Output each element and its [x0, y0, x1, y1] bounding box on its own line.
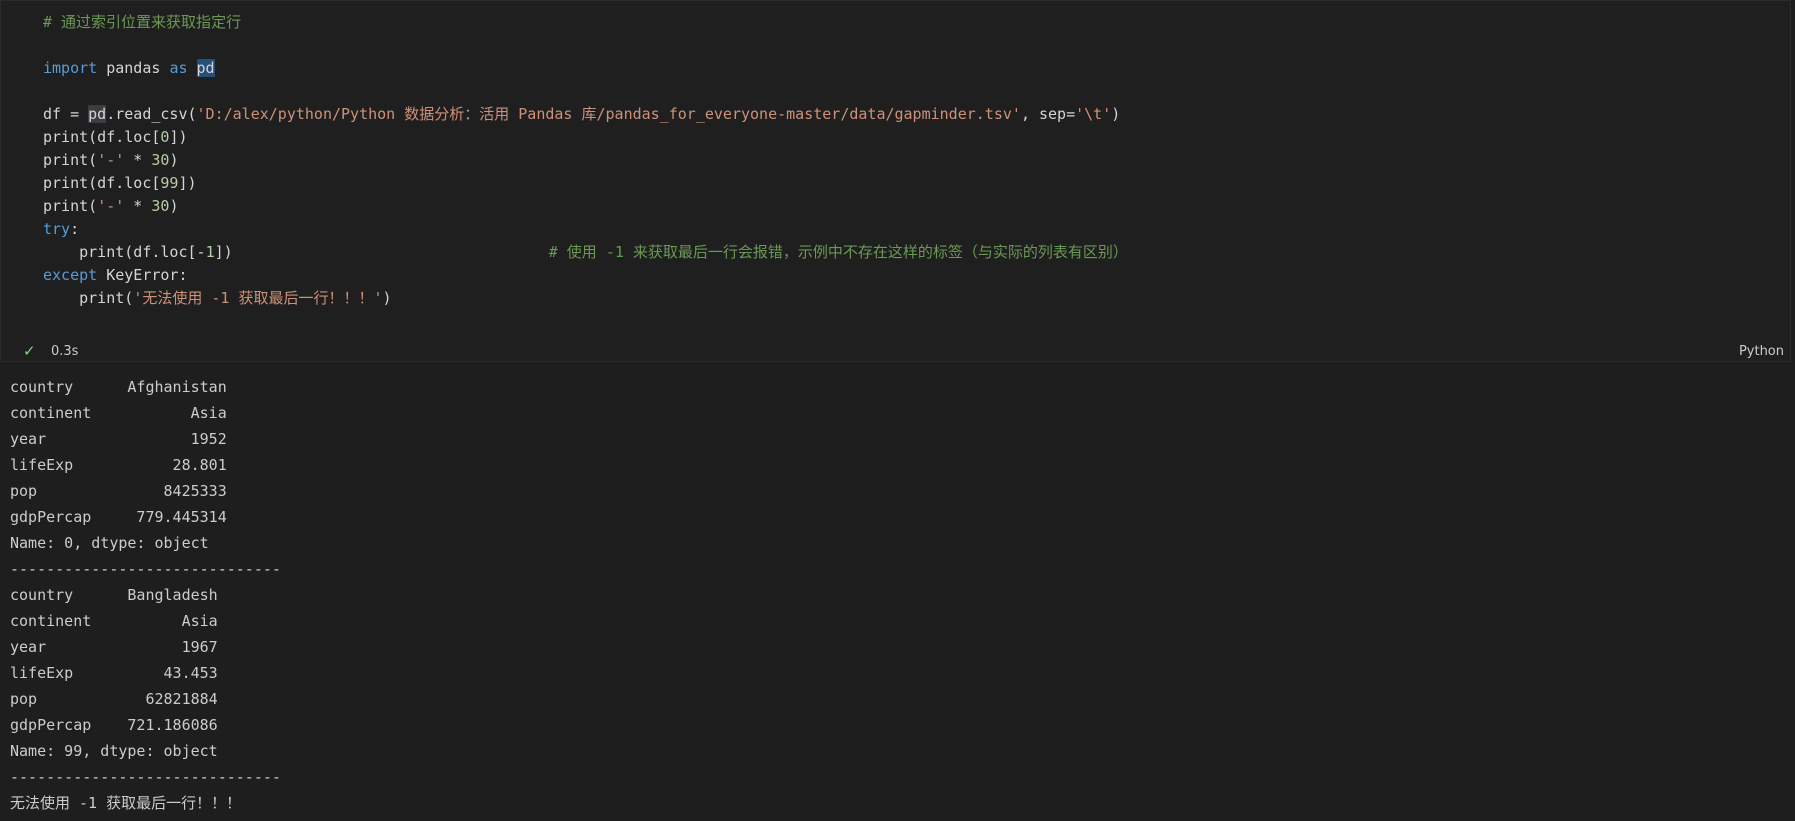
output-line: gdpPercap 779.445314 [10, 508, 227, 526]
code-token: .read_csv( [106, 105, 197, 123]
output-line: continent Asia [10, 612, 218, 630]
code-token: ]) [178, 174, 197, 192]
execution-time: 0.3s [51, 344, 79, 359]
code-line[interactable]: print('-' * 30) [43, 195, 1128, 218]
code-token: * [124, 197, 152, 215]
code-line[interactable]: except KeyError: [43, 264, 1128, 287]
code-token: KeyError: [97, 266, 188, 284]
code-token: print(df.loc[- [43, 243, 206, 261]
code-token: # 通过索引位置来获取指定行 [43, 13, 242, 31]
code-token: ]) [169, 128, 188, 146]
code-token: pandas [97, 59, 170, 77]
code-token: * [124, 151, 152, 169]
output-line: country Afghanistan [10, 378, 227, 396]
output-line: Name: 99, dtype: object [10, 742, 218, 760]
code-line[interactable]: print(df.loc[0]) [43, 126, 1128, 149]
cell-status-bar: ✓ 0.3s Python [1, 341, 1792, 363]
code-line[interactable] [43, 80, 1128, 103]
output-line: pop 62821884 [10, 690, 218, 708]
code-token: ) [382, 289, 392, 307]
language-selector[interactable]: Python [1739, 344, 1784, 359]
code-token: pd [196, 59, 215, 77]
code-token: 30 [151, 151, 170, 169]
code-token: , sep= [1020, 105, 1076, 123]
code-token: print(df.loc[ [43, 174, 161, 192]
code-token: ) [169, 197, 179, 215]
code-token: 30 [151, 197, 170, 215]
output-line: year 1967 [10, 638, 218, 656]
output-line: Name: 0, dtype: object [10, 534, 209, 552]
code-token: # 使用 -1 来获取最后一行会报错，示例中不存在这样的标签（与实际的列表有区别… [548, 243, 1128, 261]
code-token: print(df.loc[ [43, 128, 161, 146]
output-line: continent Asia [10, 404, 227, 422]
code-token: print( [43, 289, 134, 307]
output-line: ------------------------------ [10, 768, 281, 786]
code-token: print( [43, 151, 98, 169]
code-token: '-' [97, 151, 125, 169]
code-token: 'D:/alex/python/Python 数据分析：活用 Pandas 库/… [196, 105, 1021, 123]
code-editor[interactable]: # 通过索引位置来获取指定行 import pandas as pd df = … [43, 11, 1128, 310]
code-token: as [169, 59, 188, 77]
code-token: ]) [214, 243, 549, 261]
code-token: try [43, 220, 71, 238]
code-line[interactable] [43, 34, 1128, 57]
code-token: 99 [160, 174, 179, 192]
output-line: pop 8425333 [10, 482, 227, 500]
code-token: '-' [97, 197, 125, 215]
code-token: ) [1111, 105, 1121, 123]
code-line[interactable]: try: [43, 218, 1128, 241]
output-line: year 1952 [10, 430, 227, 448]
check-icon: ✓ [23, 342, 36, 360]
code-token: ) [169, 151, 179, 169]
code-line[interactable]: print(df.loc[99]) [43, 172, 1128, 195]
code-line[interactable]: # 通过索引位置来获取指定行 [43, 11, 1128, 34]
code-line[interactable]: print(df.loc[-1]) # 使用 -1 来获取最后一行会报错，示例中… [43, 241, 1128, 264]
output-line: 无法使用 -1 获取最后一行！！！ [10, 794, 242, 812]
cell-output: country Afghanistan continent Asia year 19… [10, 374, 281, 816]
code-line[interactable]: print('-' * 30) [43, 149, 1128, 172]
output-line: gdpPercap 721.186086 [10, 716, 218, 734]
code-token: '\t' [1075, 105, 1112, 123]
code-token: df = [43, 105, 89, 123]
output-line: lifeExp 43.453 [10, 664, 218, 682]
notebook-code-cell[interactable]: # 通过索引位置来获取指定行 import pandas as pd df = … [0, 0, 1791, 362]
code-token: print( [43, 197, 98, 215]
output-line: country Bangladesh [10, 586, 218, 604]
code-token: : [70, 220, 80, 238]
output-line: ------------------------------ [10, 560, 281, 578]
code-token: pd [88, 105, 107, 123]
code-token: except [43, 266, 98, 284]
code-line[interactable]: import pandas as pd [43, 57, 1128, 80]
code-line[interactable]: print('无法使用 -1 获取最后一行！！！') [43, 287, 1128, 310]
output-line: lifeExp 28.801 [10, 456, 227, 474]
code-line[interactable]: df = pd.read_csv('D:/alex/python/Python … [43, 103, 1128, 126]
code-token: '无法使用 -1 获取最后一行！！！' [133, 289, 383, 307]
code-token: 1 [205, 243, 215, 261]
code-token: import [43, 59, 98, 77]
